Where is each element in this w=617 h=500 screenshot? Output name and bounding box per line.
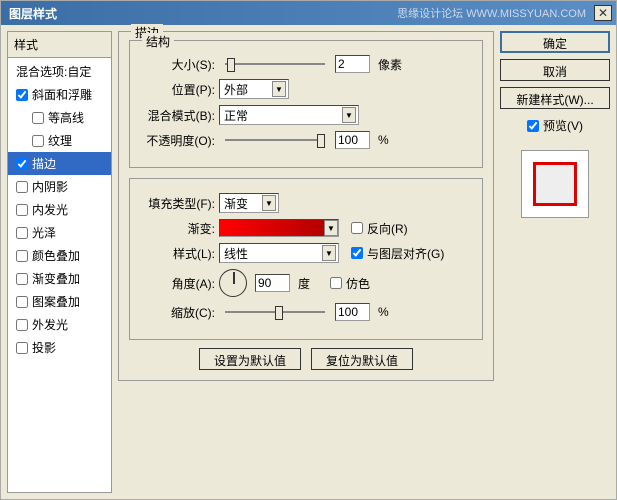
reset-default-button[interactable]: 复位为默认值	[311, 348, 413, 370]
opacity-label: 不透明度(O):	[140, 132, 215, 149]
style-dropdown[interactable]: 线性 ▼	[219, 243, 339, 263]
size-slider[interactable]	[225, 63, 325, 65]
close-button[interactable]: ✕	[594, 5, 612, 21]
opacity-unit: %	[378, 133, 389, 147]
chevron-down-icon: ▼	[262, 195, 276, 211]
style-item[interactable]: 图案叠加	[8, 290, 111, 313]
style-item[interactable]: 描边	[8, 152, 111, 175]
style-item[interactable]: 纹理	[8, 129, 111, 152]
style-item-label: 渐变叠加	[32, 270, 80, 287]
style-item-label: 等高线	[48, 109, 84, 126]
titlebar: 图层样式 思缘设计论坛 WWW.MISSYUAN.COM ✕	[1, 1, 616, 25]
opacity-input[interactable]	[335, 131, 370, 149]
ok-button[interactable]: 确定	[500, 31, 610, 53]
preview-checkbox[interactable]: 预览(V)	[527, 117, 583, 134]
style-checkbox[interactable]	[16, 342, 28, 354]
style-checkbox[interactable]	[16, 296, 28, 308]
size-unit: 像素	[378, 56, 402, 73]
scale-label: 缩放(C):	[140, 304, 215, 321]
style-item[interactable]: 等高线	[8, 106, 111, 129]
style-item-label: 图案叠加	[32, 293, 80, 310]
style-value: 线性	[224, 245, 248, 262]
angle-label: 角度(A):	[140, 275, 215, 292]
angle-unit: 度	[298, 275, 310, 292]
style-item-label: 颜色叠加	[32, 247, 80, 264]
style-item[interactable]: 斜面和浮雕	[8, 83, 111, 106]
fill-type-label: 填充类型(F):	[140, 195, 215, 212]
scale-slider[interactable]	[225, 311, 325, 313]
position-value: 外部	[224, 81, 248, 98]
style-item-label: 光泽	[32, 224, 56, 241]
chevron-down-icon: ▼	[322, 245, 336, 261]
style-item[interactable]: 渐变叠加	[8, 267, 111, 290]
blend-mode-dropdown[interactable]: 正常 ▼	[219, 105, 359, 125]
style-checkbox[interactable]	[16, 158, 28, 170]
style-item-label: 外发光	[32, 316, 68, 333]
style-item[interactable]: 内发光	[8, 198, 111, 221]
reverse-label: 反向(R)	[367, 220, 408, 237]
style-checkbox[interactable]	[32, 112, 44, 124]
style-checkbox[interactable]	[16, 227, 28, 239]
swatch-icon	[533, 162, 577, 206]
watermark-text: 思缘设计论坛 WWW.MISSYUAN.COM	[397, 5, 586, 21]
opacity-slider[interactable]	[225, 139, 325, 141]
blend-mode-label: 混合模式(B):	[140, 107, 215, 124]
style-item[interactable]: 内阴影	[8, 175, 111, 198]
style-checkbox[interactable]	[16, 319, 28, 331]
style-checkbox[interactable]	[16, 89, 28, 101]
style-item[interactable]: 投影	[8, 336, 111, 359]
align-label: 与图层对齐(G)	[367, 245, 444, 262]
position-dropdown[interactable]: 外部 ▼	[219, 79, 289, 99]
gradient-picker[interactable]: ▼	[219, 219, 339, 237]
style-item-label: 内发光	[32, 201, 68, 218]
set-default-button[interactable]: 设置为默认值	[199, 348, 301, 370]
chevron-down-icon: ▼	[324, 220, 338, 236]
style-item[interactable]: 光泽	[8, 221, 111, 244]
cancel-button[interactable]: 取消	[500, 59, 610, 81]
chevron-down-icon: ▼	[272, 81, 286, 97]
style-item-label: 斜面和浮雕	[32, 86, 92, 103]
structure-title: 结构	[142, 33, 174, 50]
actions-panel: 确定 取消 新建样式(W)... 预览(V)	[500, 31, 610, 493]
style-checkbox[interactable]	[16, 250, 28, 262]
fill-type-value: 渐变	[224, 195, 248, 212]
size-input[interactable]	[335, 55, 370, 73]
style-item-label: 描边	[32, 155, 56, 172]
angle-dial[interactable]	[219, 269, 247, 297]
window-title: 图层样式	[5, 5, 397, 22]
align-checkbox[interactable]: 与图层对齐(G)	[351, 245, 444, 262]
style-item-label: 投影	[32, 339, 56, 356]
style-checkbox[interactable]	[32, 135, 44, 147]
preview-label: 预览(V)	[543, 117, 583, 134]
style-label: 样式(L):	[140, 245, 215, 262]
dither-label: 仿色	[346, 275, 370, 292]
dither-checkbox[interactable]: 仿色	[330, 275, 370, 292]
style-checkbox[interactable]	[16, 204, 28, 216]
style-item[interactable]: 颜色叠加	[8, 244, 111, 267]
styles-header: 样式	[8, 32, 111, 58]
size-label: 大小(S):	[140, 56, 215, 73]
angle-input[interactable]	[255, 274, 290, 292]
scale-input[interactable]	[335, 303, 370, 321]
new-style-button[interactable]: 新建样式(W)...	[500, 87, 610, 109]
blend-mode-value: 正常	[224, 107, 248, 124]
styles-panel: 样式 混合选项:自定 斜面和浮雕等高线纹理描边内阴影内发光光泽颜色叠加渐变叠加图…	[7, 31, 112, 493]
style-checkbox[interactable]	[16, 273, 28, 285]
reverse-checkbox[interactable]: 反向(R)	[351, 220, 408, 237]
style-item-label: 纹理	[48, 132, 72, 149]
stroke-settings: 描边 结构 大小(S): 像素 位置(P): 外部 ▼ 混合模式	[118, 31, 494, 493]
blend-options-label[interactable]: 混合选项:自定	[8, 60, 111, 83]
close-icon: ✕	[598, 6, 608, 20]
style-checkbox[interactable]	[16, 181, 28, 193]
style-item-label: 内阴影	[32, 178, 68, 195]
chevron-down-icon: ▼	[342, 107, 356, 123]
fill-type-dropdown[interactable]: 渐变 ▼	[219, 193, 279, 213]
style-item[interactable]: 外发光	[8, 313, 111, 336]
preview-swatch	[521, 150, 589, 218]
position-label: 位置(P):	[140, 81, 215, 98]
scale-unit: %	[378, 305, 389, 319]
gradient-label: 渐变:	[140, 220, 215, 237]
